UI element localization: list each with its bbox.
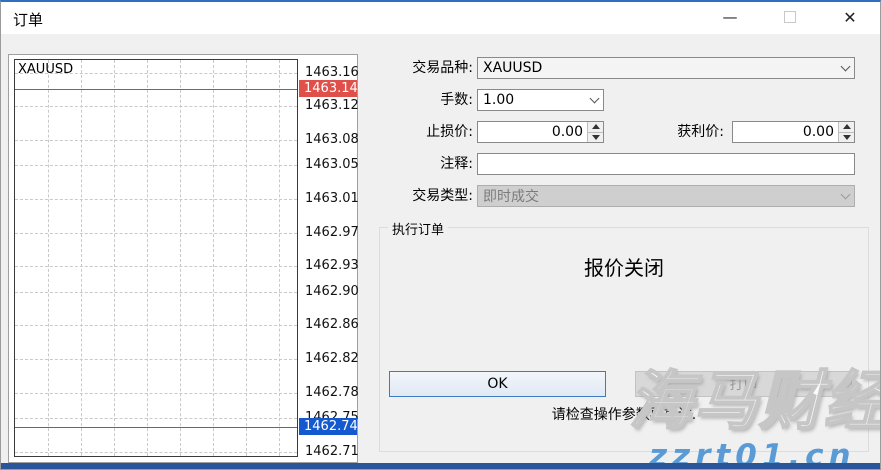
arrow-down-icon bbox=[843, 135, 851, 140]
stop-loss-input[interactable] bbox=[478, 122, 587, 142]
maximize-icon bbox=[784, 11, 796, 23]
order-type-row: 交易类型: 即时成交 bbox=[381, 185, 859, 207]
price-tick-label: 1462.71 bbox=[305, 444, 357, 459]
price-tick-label: 1463.05 bbox=[305, 157, 357, 172]
price-tick-label: 1462.86 bbox=[305, 317, 357, 332]
bid-line bbox=[15, 427, 297, 428]
bid-price-badge: 1462.74 bbox=[299, 418, 357, 435]
chevron-down-icon bbox=[836, 58, 854, 78]
chevron-down-icon bbox=[836, 186, 854, 206]
comment-row: 注释: bbox=[381, 153, 859, 175]
print-button[interactable]: 打印 bbox=[635, 371, 852, 397]
h-gridline bbox=[15, 106, 297, 107]
execute-order-groupbox: 执行订单 报价关闭 OK 打印 请检查操作参数再重试. bbox=[379, 227, 869, 452]
v-gridline bbox=[81, 60, 82, 456]
h-gridline bbox=[15, 266, 297, 267]
h-gridline bbox=[15, 292, 297, 293]
comment-label: 注释: bbox=[381, 153, 477, 175]
groupbox-title: 执行订单 bbox=[388, 219, 448, 238]
h-gridline bbox=[15, 165, 297, 166]
h-gridline bbox=[15, 233, 297, 234]
chart-symbol-label: XAUUSD bbox=[18, 62, 73, 77]
volume-row: 手数: 1.00 bbox=[381, 89, 859, 111]
price-tick-label: 1462.78 bbox=[305, 385, 357, 400]
v-gridline bbox=[147, 60, 148, 456]
h-gridline bbox=[15, 140, 297, 141]
v-gridline bbox=[48, 60, 49, 456]
arrow-down-icon bbox=[592, 135, 600, 140]
tick-chart: XAUUSD bbox=[14, 59, 298, 457]
price-tick-label: 1463.16 bbox=[305, 65, 357, 80]
order-type-value: 即时成交 bbox=[478, 186, 836, 206]
price-tick-label: 1463.12 bbox=[305, 98, 357, 113]
quotes-closed-message: 报价关闭 bbox=[380, 252, 868, 281]
stop-loss-spinner bbox=[477, 121, 604, 143]
h-gridline bbox=[15, 359, 297, 360]
take-profit-input[interactable] bbox=[733, 122, 838, 142]
ask-line bbox=[15, 89, 297, 90]
order-type-label: 交易类型: bbox=[381, 185, 477, 207]
symbol-value: XAUUSD bbox=[478, 60, 836, 76]
volume-label: 手数: bbox=[381, 89, 477, 111]
take-profit-spinner bbox=[732, 121, 855, 143]
minimize-button[interactable]: — bbox=[713, 2, 747, 32]
maximize-button[interactable] bbox=[773, 2, 807, 32]
bottom-edge-bar bbox=[1, 463, 880, 469]
volume-value: 1.00 bbox=[478, 92, 585, 108]
comment-input[interactable] bbox=[477, 153, 855, 175]
order-type-combobox[interactable]: 即时成交 bbox=[477, 185, 855, 207]
price-tick-label: 1463.08 bbox=[305, 132, 357, 147]
stop-loss-down-button[interactable] bbox=[588, 132, 603, 143]
stop-loss-label: 止损价: bbox=[381, 121, 477, 143]
v-gridline bbox=[180, 60, 181, 456]
tick-chart-panel: XAUUSD 1463.16 1463.12 1463.08 1463.05 1463.… bbox=[8, 54, 358, 463]
v-gridline bbox=[213, 60, 214, 456]
close-icon: ✕ bbox=[843, 8, 856, 27]
chevron-down-icon bbox=[585, 90, 603, 110]
title-bar: 订单 — ✕ bbox=[1, 2, 880, 34]
stop-loss-up-button[interactable] bbox=[588, 122, 603, 132]
arrow-up-icon bbox=[843, 124, 851, 129]
ok-button[interactable]: OK bbox=[389, 371, 606, 397]
price-tick-label: 1462.82 bbox=[305, 351, 357, 366]
h-gridline bbox=[15, 418, 297, 419]
h-gridline bbox=[15, 199, 297, 200]
price-tick-label: 1462.93 bbox=[305, 258, 357, 273]
minimize-icon: — bbox=[723, 8, 738, 26]
v-gridline bbox=[114, 60, 115, 456]
order-dialog-window: 订单 — ✕ XAUUSD 1463.16 1463.12 1463.08 1463.… bbox=[0, 0, 881, 470]
price-tick-label: 1462.90 bbox=[305, 284, 357, 299]
h-gridline bbox=[15, 452, 297, 453]
v-gridline bbox=[246, 60, 247, 456]
h-gridline bbox=[15, 325, 297, 326]
window-title: 订单 bbox=[13, 9, 43, 30]
arrow-up-icon bbox=[592, 124, 600, 129]
price-tick-label: 1463.01 bbox=[305, 191, 357, 206]
status-message: 请检查操作参数再重试. bbox=[380, 404, 868, 424]
ask-price-badge: 1463.14 bbox=[299, 80, 357, 97]
symbol-label: 交易品种: bbox=[381, 57, 477, 79]
take-profit-up-button[interactable] bbox=[839, 122, 854, 132]
take-profit-label: 获利价: bbox=[604, 121, 728, 143]
v-gridline bbox=[279, 60, 280, 456]
close-button[interactable]: ✕ bbox=[833, 2, 867, 32]
symbol-row: 交易品种: XAUUSD bbox=[381, 57, 859, 79]
take-profit-down-button[interactable] bbox=[839, 132, 854, 143]
price-tick-label: 1462.97 bbox=[305, 225, 357, 240]
h-gridline bbox=[15, 393, 297, 394]
sl-tp-row: 止损价: 获利价: bbox=[381, 121, 859, 143]
volume-combobox[interactable]: 1.00 bbox=[477, 89, 604, 111]
symbol-combobox[interactable]: XAUUSD bbox=[477, 57, 855, 79]
